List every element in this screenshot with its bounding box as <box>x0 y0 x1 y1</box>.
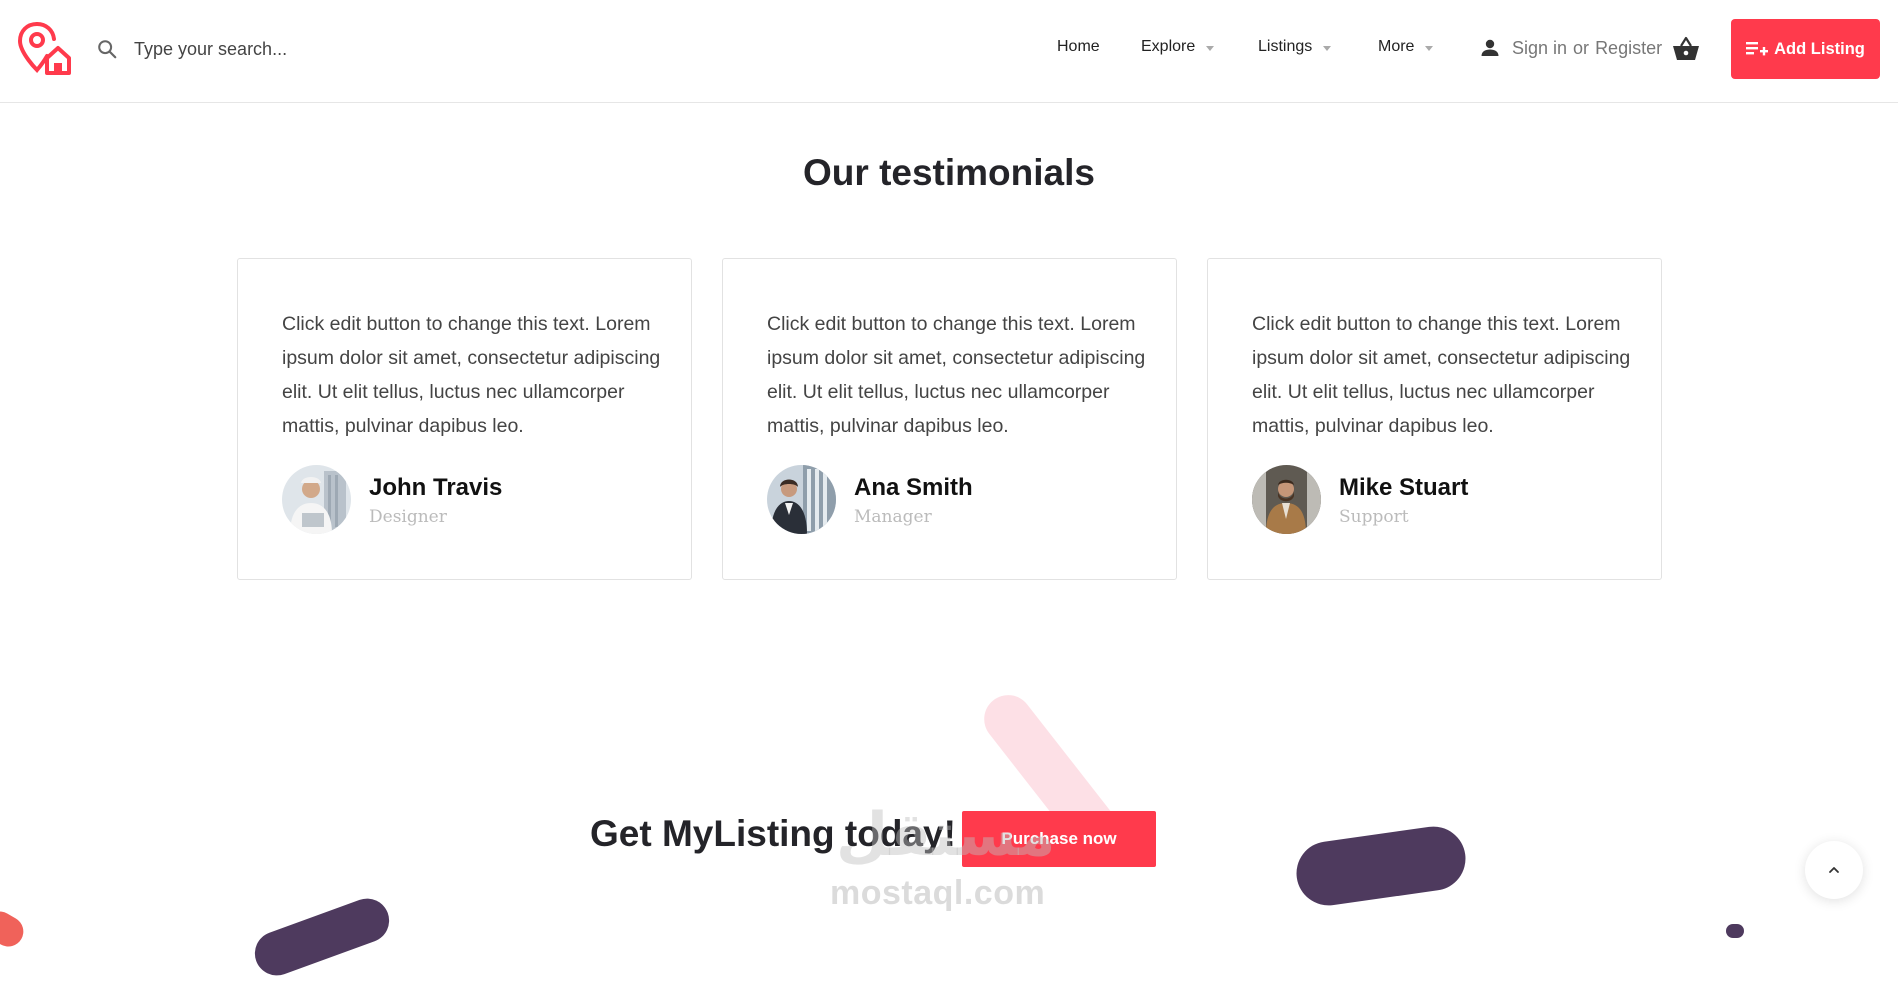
nav-more[interactable]: More <box>1378 38 1434 56</box>
watermark-arabic: مستقل <box>836 801 1056 868</box>
nav-more-label: More <box>1378 38 1415 55</box>
watermark-text: mostaql.com <box>830 874 1046 912</box>
nav-home-label: Home <box>1057 38 1100 55</box>
chevron-up-icon <box>1829 867 1839 873</box>
testimonial-role: Manager <box>854 507 932 527</box>
add-listing-label: Add Listing <box>1774 39 1865 58</box>
add-listing-button[interactable]: Add Listing <box>1731 19 1880 79</box>
register-link[interactable]: Register <box>1595 38 1662 59</box>
add-list-icon <box>1746 42 1769 56</box>
testimonial-card: Click edit button to change this text. L… <box>237 258 692 580</box>
site-header: Home Explore Listings More Sign in or Re… <box>0 0 1898 103</box>
testimonial-card: Click edit button to change this text. L… <box>1207 258 1662 580</box>
testimonial-name: Mike Stuart <box>1339 474 1469 501</box>
user-icon <box>1481 39 1499 56</box>
testimonial-quote: Click edit button to change this text. L… <box>282 313 661 437</box>
testimonial-quote: Click edit button to change this text. L… <box>767 313 1146 437</box>
avatar <box>282 465 351 534</box>
decorative-purple-stroke <box>248 892 396 982</box>
search-icon <box>98 40 117 59</box>
chevron-down-icon <box>1425 45 1434 51</box>
nav-explore[interactable]: Explore <box>1141 38 1215 56</box>
decorative-purple-dot <box>1726 924 1744 938</box>
testimonials-title: Our testimonials <box>803 152 1095 193</box>
testimonial-role: Designer <box>369 507 447 527</box>
chevron-down-icon <box>1323 45 1332 51</box>
account-links: Sign in or Register <box>1478 36 1662 60</box>
chevron-down-icon <box>1206 45 1215 51</box>
nav-listings[interactable]: Listings <box>1258 38 1332 56</box>
decorative-purple-stroke <box>1292 822 1470 910</box>
testimonial-card: Click edit button to change this text. L… <box>722 258 1177 580</box>
logo-pin-home-icon[interactable] <box>16 20 72 76</box>
avatar <box>767 465 836 534</box>
decorative-red-stroke <box>0 906 29 952</box>
basket-icon[interactable] <box>1672 36 1700 62</box>
nav-home[interactable]: Home <box>1057 38 1100 56</box>
search-bar[interactable] <box>96 32 456 66</box>
testimonial-name: Ana Smith <box>854 474 973 501</box>
or-text: or <box>1573 37 1590 58</box>
nav-listings-label: Listings <box>1258 38 1313 55</box>
signin-link[interactable]: Sign in <box>1512 38 1567 59</box>
testimonial-name: John Travis <box>369 474 503 501</box>
search-input[interactable] <box>132 37 456 61</box>
testimonial-quote: Click edit button to change this text. L… <box>1252 313 1631 437</box>
scroll-to-top-button[interactable] <box>1805 841 1863 899</box>
avatar <box>1252 465 1321 534</box>
testimonial-role: Support <box>1339 507 1409 527</box>
nav-explore-label: Explore <box>1141 38 1196 55</box>
